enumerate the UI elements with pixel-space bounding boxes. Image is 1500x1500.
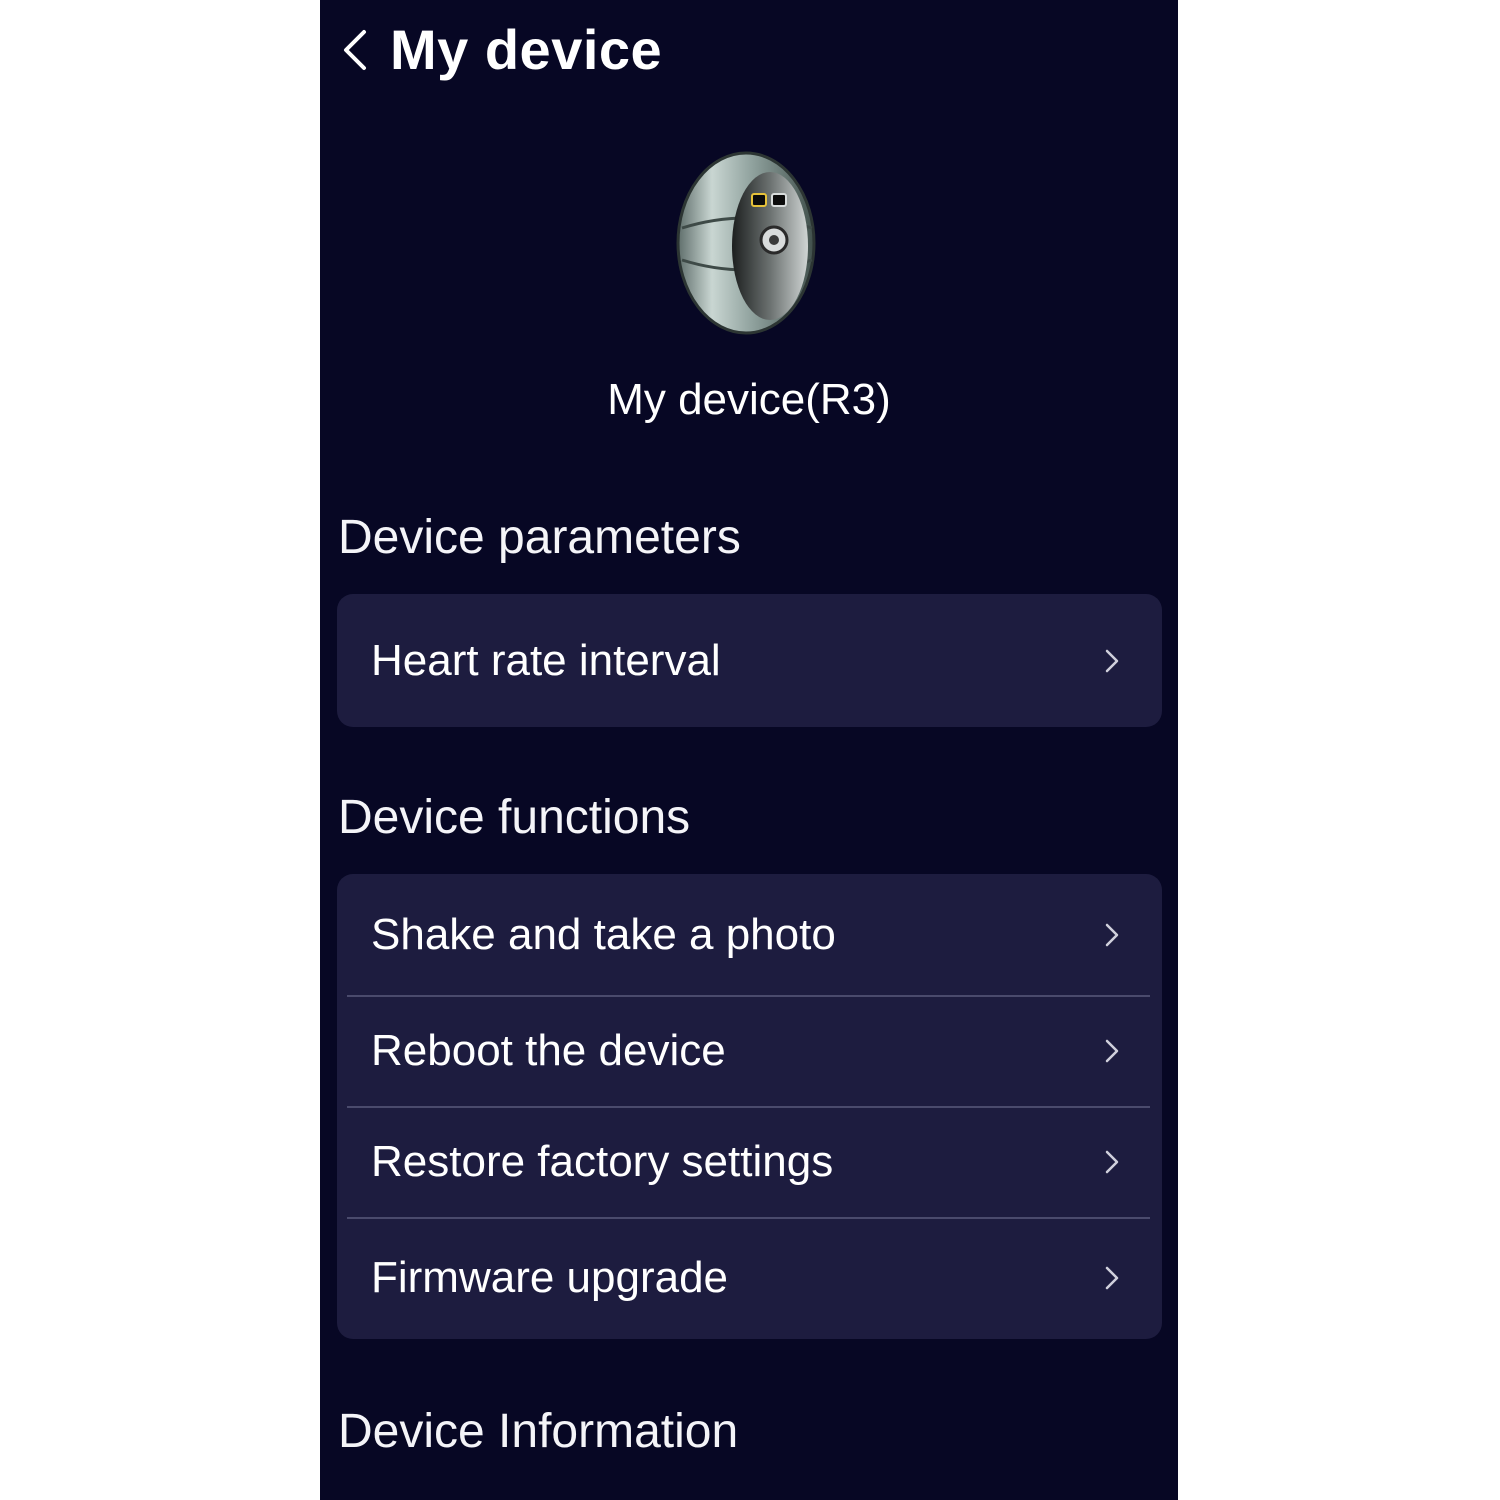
parameters-card: Heart rate interval xyxy=(337,594,1162,727)
menu-item-label: Heart rate interval xyxy=(371,635,721,685)
menu-item-firmware-upgrade[interactable]: Firmware upgrade xyxy=(337,1217,1162,1339)
section-title-functions: Device functions xyxy=(338,791,691,844)
menu-item-label: Firmware upgrade xyxy=(371,1253,729,1302)
chevron-right-icon xyxy=(1105,1150,1119,1173)
section-title-parameters: Device parameters xyxy=(338,511,741,564)
page-title: My device xyxy=(390,18,663,81)
menu-item-heart-rate-interval[interactable]: Heart rate interval xyxy=(337,594,1162,727)
menu-item-shake-photo[interactable]: Shake and take a photo xyxy=(337,874,1162,995)
device-screen: My device My device(R3) Device parameter… xyxy=(320,0,1178,1500)
app-header: My device xyxy=(320,0,1178,100)
chevron-right-icon xyxy=(1105,649,1119,672)
device-name: My device(R3) xyxy=(607,375,891,424)
chevron-left-icon xyxy=(344,30,366,70)
menu-item-label: Shake and take a photo xyxy=(371,909,836,959)
functions-card: Shake and take a photo Reboot the device… xyxy=(337,874,1162,1339)
back-button[interactable] xyxy=(334,22,378,78)
section-title-information: Device Information xyxy=(338,1405,739,1458)
menu-item-reboot-device[interactable]: Reboot the device xyxy=(337,995,1162,1106)
chevron-right-icon xyxy=(1105,923,1119,946)
menu-item-label: Restore factory settings xyxy=(371,1136,834,1186)
menu-item-restore-factory-settings[interactable]: Restore factory settings xyxy=(337,1106,1162,1217)
chevron-right-icon xyxy=(1105,1039,1119,1062)
smart-ring-image xyxy=(674,148,824,338)
menu-item-label: Reboot the device xyxy=(371,1025,726,1075)
chevron-right-icon xyxy=(1105,1266,1119,1290)
